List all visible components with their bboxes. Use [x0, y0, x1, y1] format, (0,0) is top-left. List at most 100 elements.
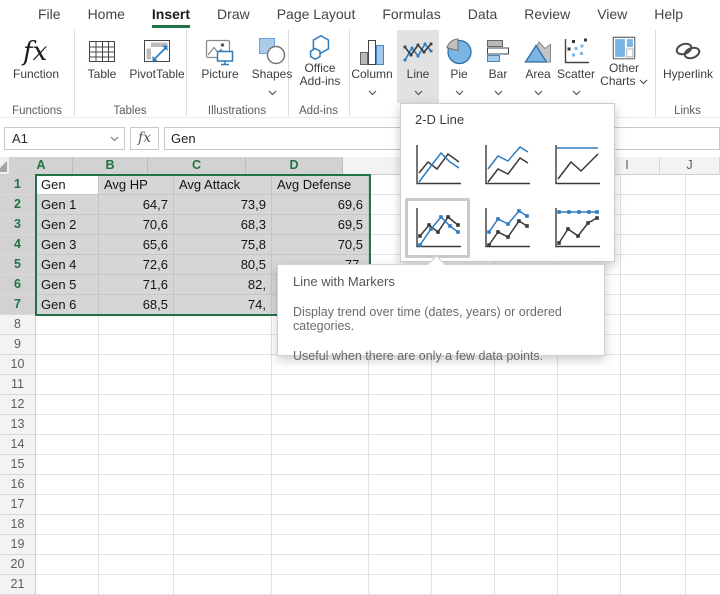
cell[interactable]: [621, 495, 686, 515]
cell[interactable]: [686, 515, 720, 535]
cell[interactable]: [99, 375, 174, 395]
menu-tab-formulas[interactable]: Formulas: [382, 6, 440, 28]
cell[interactable]: [369, 495, 432, 515]
cell[interactable]: [99, 575, 174, 595]
cell-D2[interactable]: 69,6: [272, 195, 369, 215]
line-chevron-down-icon[interactable]: [397, 84, 439, 94]
cell[interactable]: [621, 455, 686, 475]
cell[interactable]: [495, 535, 558, 555]
cell-C3[interactable]: 68,3: [174, 215, 272, 235]
cell-C1[interactable]: Avg Attack: [174, 175, 272, 195]
cell[interactable]: [621, 435, 686, 455]
cell[interactable]: [272, 575, 369, 595]
row-header-18[interactable]: 18: [0, 515, 36, 535]
other-charts-button[interactable]: Other Charts: [599, 30, 649, 103]
cell[interactable]: [174, 335, 272, 355]
cell[interactable]: [495, 435, 558, 455]
row-header-12[interactable]: 12: [0, 395, 36, 415]
area-chevron-down-icon[interactable]: [519, 84, 557, 94]
cell-A4[interactable]: Gen 3: [36, 235, 99, 255]
row-header-8[interactable]: 8: [0, 315, 36, 335]
cell[interactable]: [686, 275, 720, 295]
cell[interactable]: [558, 475, 621, 495]
cell[interactable]: [369, 555, 432, 575]
cell[interactable]: [558, 395, 621, 415]
cell[interactable]: [686, 375, 720, 395]
column-chart-button[interactable]: Column: [351, 30, 393, 103]
cell[interactable]: [369, 375, 432, 395]
row-header-20[interactable]: 20: [0, 555, 36, 575]
cell-A3[interactable]: Gen 2: [36, 215, 99, 235]
line-chart-button[interactable]: Line: [397, 30, 439, 103]
cell[interactable]: [686, 555, 720, 575]
cell[interactable]: [99, 495, 174, 515]
cell[interactable]: [432, 495, 495, 515]
cell[interactable]: [36, 415, 99, 435]
cell[interactable]: [495, 395, 558, 415]
cell[interactable]: [36, 515, 99, 535]
pie-chart-button[interactable]: Pie: [441, 30, 477, 103]
cell[interactable]: [99, 535, 174, 555]
menu-tab-insert[interactable]: Insert: [152, 6, 190, 28]
cell[interactable]: [495, 475, 558, 495]
cell[interactable]: [432, 375, 495, 395]
cell[interactable]: [558, 435, 621, 455]
cell-C5[interactable]: 80,5: [174, 255, 272, 275]
column-header-C[interactable]: C: [148, 157, 246, 175]
cell[interactable]: [686, 175, 720, 195]
cell-D1[interactable]: Avg Defense: [272, 175, 369, 195]
cell[interactable]: [99, 435, 174, 455]
cell[interactable]: [495, 375, 558, 395]
cell[interactable]: [99, 555, 174, 575]
cell[interactable]: [174, 395, 272, 415]
cell[interactable]: [174, 535, 272, 555]
column-chevron-down-icon[interactable]: [351, 84, 393, 94]
row-header-11[interactable]: 11: [0, 375, 36, 395]
cell[interactable]: [174, 375, 272, 395]
chart-type-stacked-line[interactable]: [482, 142, 532, 188]
cell[interactable]: [621, 295, 686, 315]
cell[interactable]: [621, 375, 686, 395]
cell[interactable]: [432, 535, 495, 555]
cell[interactable]: [686, 395, 720, 415]
cell[interactable]: [621, 235, 686, 255]
cell[interactable]: [686, 235, 720, 255]
cell-C2[interactable]: 73,9: [174, 195, 272, 215]
cell[interactable]: [621, 275, 686, 295]
cell[interactable]: [99, 335, 174, 355]
cell[interactable]: [621, 395, 686, 415]
cell[interactable]: [99, 395, 174, 415]
row-header-21[interactable]: 21: [0, 575, 36, 595]
cell[interactable]: [495, 555, 558, 575]
cell[interactable]: [36, 475, 99, 495]
office-addins-button[interactable]: Office Add-ins: [292, 30, 348, 103]
cell[interactable]: [621, 355, 686, 375]
column-header-D[interactable]: D: [246, 157, 343, 175]
cell-D4[interactable]: 70,5: [272, 235, 369, 255]
cell[interactable]: [432, 515, 495, 535]
cell-B7[interactable]: 68,5: [99, 295, 174, 315]
row-header-9[interactable]: 9: [0, 335, 36, 355]
cell[interactable]: [432, 415, 495, 435]
cell[interactable]: [369, 395, 432, 415]
cell[interactable]: [369, 575, 432, 595]
cell[interactable]: [558, 375, 621, 395]
cell[interactable]: [36, 335, 99, 355]
cell[interactable]: [686, 415, 720, 435]
cell[interactable]: [621, 175, 686, 195]
cell[interactable]: [495, 495, 558, 515]
cell[interactable]: [686, 315, 720, 335]
cell[interactable]: [174, 355, 272, 375]
cell-D3[interactable]: 69,5: [272, 215, 369, 235]
menu-tab-view[interactable]: View: [597, 6, 627, 28]
hyperlink-button[interactable]: Hyperlink: [658, 30, 718, 103]
cell[interactable]: [272, 455, 369, 475]
cell[interactable]: [621, 255, 686, 275]
chart-type-line[interactable]: [413, 142, 463, 188]
chart-type-line-with-markers[interactable]: [413, 205, 463, 251]
cell[interactable]: [432, 575, 495, 595]
cell[interactable]: [174, 415, 272, 435]
cell[interactable]: [432, 555, 495, 575]
cell[interactable]: [99, 475, 174, 495]
cell[interactable]: [621, 575, 686, 595]
